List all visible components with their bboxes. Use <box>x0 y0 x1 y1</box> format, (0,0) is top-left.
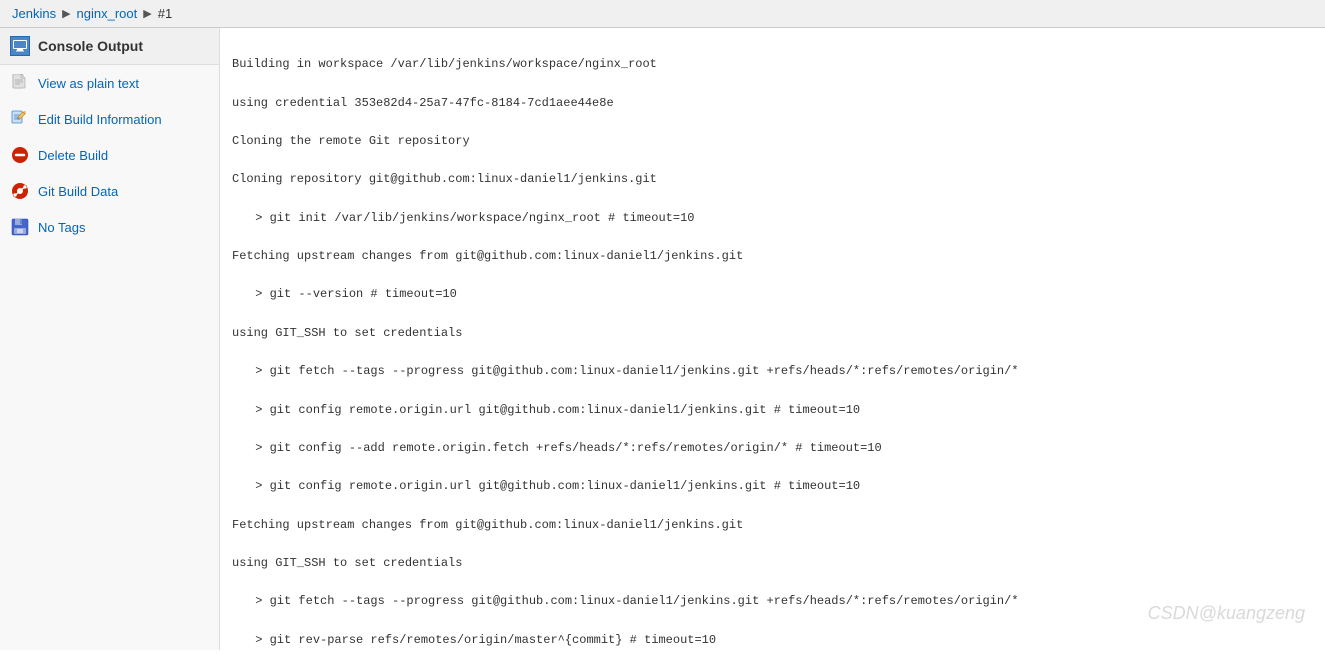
console-line-13: Fetching upstream changes from git@githu… <box>232 516 1313 535</box>
console-line-14: using GIT_SSH to set credentials <box>232 554 1313 573</box>
console-line-10: > git config remote.origin.url git@githu… <box>232 401 1313 420</box>
console-line-15: > git fetch --tags --progress git@github… <box>232 592 1313 611</box>
document-icon <box>10 73 30 93</box>
console-line-1: Building in workspace /var/lib/jenkins/w… <box>232 55 1313 74</box>
console-line-12: > git config remote.origin.url git@githu… <box>232 477 1313 496</box>
console-line-9: > git fetch --tags --progress git@github… <box>232 362 1313 381</box>
console-line-11: > git config --add remote.origin.fetch +… <box>232 439 1313 458</box>
sidebar-item-delete-build[interactable]: Delete Build <box>0 137 219 173</box>
console-output-area[interactable]: Building in workspace /var/lib/jenkins/w… <box>220 28 1325 650</box>
sidebar-item-view-plain-text[interactable]: View as plain text <box>0 65 219 101</box>
sidebar-item-edit-build-info[interactable]: Edit Build Information <box>0 101 219 137</box>
edit-icon <box>10 109 30 129</box>
console-line-3: Cloning the remote Git repository <box>232 132 1313 151</box>
console-line-5: > git init /var/lib/jenkins/workspace/ng… <box>232 209 1313 228</box>
edit-build-info-label: Edit Build Information <box>38 112 162 127</box>
sidebar-item-git-build-data[interactable]: Git Build Data <box>0 173 219 209</box>
breadcrumb-build-number: #1 <box>158 6 172 21</box>
view-plain-text-label: View as plain text <box>38 76 139 91</box>
sidebar-item-no-tags[interactable]: No Tags <box>0 209 219 245</box>
breadcrumb-sep-2: ▶ <box>143 7 151 20</box>
console-line-4: Cloning repository git@github.com:linux-… <box>232 170 1313 189</box>
console-line-8: using GIT_SSH to set credentials <box>232 324 1313 343</box>
sidebar-title-label: Console Output <box>38 38 143 54</box>
breadcrumb: Jenkins ▶ nginx_root ▶ #1 <box>0 0 1325 28</box>
main-layout: Console Output View as plain text <box>0 28 1325 650</box>
monitor-icon <box>10 36 30 56</box>
breadcrumb-nginx-root[interactable]: nginx_root <box>77 6 138 21</box>
delete-build-label: Delete Build <box>38 148 108 163</box>
git-build-data-label: Git Build Data <box>38 184 118 199</box>
git-icon <box>10 181 30 201</box>
console-text: Building in workspace /var/lib/jenkins/w… <box>232 36 1313 650</box>
console-line-6: Fetching upstream changes from git@githu… <box>232 247 1313 266</box>
console-line-7: > git --version # timeout=10 <box>232 285 1313 304</box>
console-line-16: > git rev-parse refs/remotes/origin/mast… <box>232 631 1313 650</box>
breadcrumb-jenkins[interactable]: Jenkins <box>12 6 56 21</box>
sidebar: Console Output View as plain text <box>0 28 220 650</box>
console-line-2: using credential 353e82d4-25a7-47fc-8184… <box>232 94 1313 113</box>
no-tags-label: No Tags <box>38 220 85 235</box>
sidebar-title: Console Output <box>0 28 219 65</box>
save-icon <box>10 217 30 237</box>
delete-icon <box>10 145 30 165</box>
breadcrumb-sep-1: ▶ <box>62 7 70 20</box>
